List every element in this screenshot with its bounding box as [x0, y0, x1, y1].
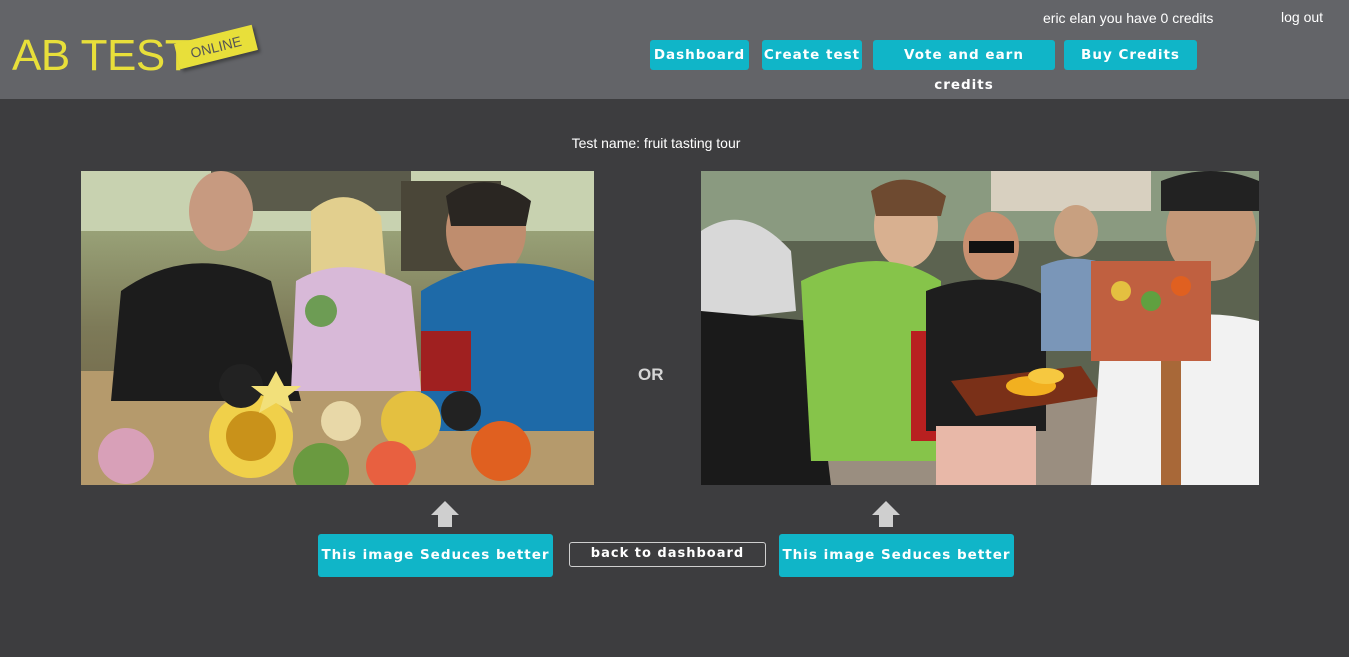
back-to-dashboard-button[interactable]: back to dashboard: [569, 542, 766, 567]
logout-link[interactable]: log out: [1281, 9, 1323, 25]
logo-text: AB TEST: [12, 31, 192, 80]
vote-image-b-button[interactable]: This image Seduces better: [779, 534, 1014, 577]
nav-dashboard-button[interactable]: Dashboard: [650, 40, 749, 70]
credits-text: eric elan you have 0 credits: [1043, 10, 1214, 26]
test-image-b[interactable]: [701, 171, 1259, 485]
arrow-up-icon: [872, 501, 900, 527]
nav-create-test-button[interactable]: Create test: [762, 40, 862, 70]
nav-vote-button[interactable]: Vote and earn credits: [873, 40, 1055, 93]
vote-image-a-button[interactable]: This image Seduces better: [318, 534, 553, 577]
header: AB TEST ONLINE eric elan you have 0 cred…: [0, 0, 1349, 99]
nav-buy-credits-button[interactable]: Buy Credits: [1064, 40, 1197, 70]
test-name: Test name: fruit tasting tour: [571, 135, 741, 151]
test-image-a[interactable]: [81, 171, 594, 485]
arrow-up-icon: [431, 501, 459, 527]
or-label: OR: [638, 365, 664, 384]
